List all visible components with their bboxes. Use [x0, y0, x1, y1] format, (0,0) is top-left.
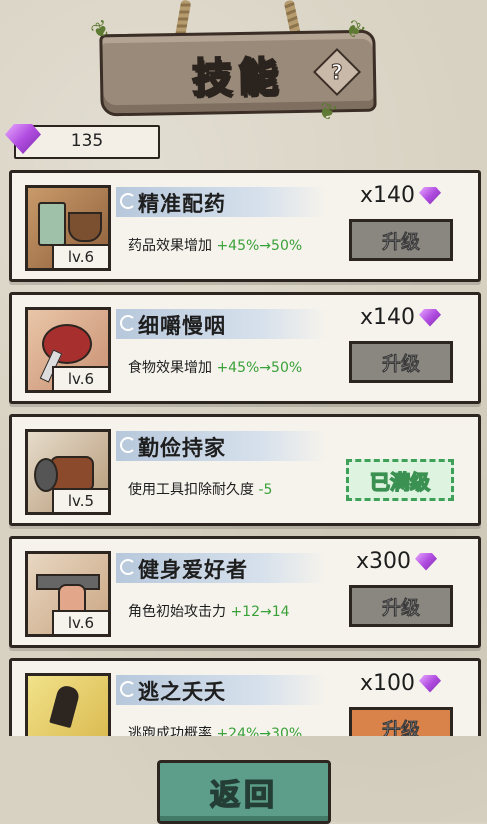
- upgrade-button[interactable]: 升级: [349, 341, 453, 383]
- skill-level: lv.6: [52, 610, 108, 634]
- skill-portrait-escape: [25, 673, 111, 736]
- skill-name: 健身爱好者: [138, 558, 248, 582]
- upgrade-button[interactable]: 升级: [349, 707, 453, 736]
- medicine-bottle-icon: [38, 202, 66, 246]
- swirl-icon: [120, 559, 136, 575]
- skill-cost: x100: [360, 671, 442, 696]
- skill-level: lv.6: [52, 244, 108, 268]
- skill-portrait-fitness: lv.6: [25, 551, 111, 637]
- skill-description: 角色初始攻击力 +12→14: [128, 601, 290, 621]
- gem-icon: [419, 186, 442, 205]
- gem-icon: [419, 308, 442, 327]
- skill-description: 逃跑成功概率 +24%→30%: [128, 723, 302, 736]
- upgrade-button[interactable]: 升级: [349, 219, 453, 261]
- skill-desc-text: 食物效果增加: [128, 360, 217, 376]
- skill-level: lv.6: [52, 366, 108, 390]
- skill-card: lv.6 细嚼慢咽 食物效果增加 +45%→50% x140 升级: [9, 292, 481, 404]
- skill-desc-change: +24%→30%: [216, 726, 303, 736]
- skill-cost: x140: [360, 183, 442, 208]
- skill-name-ribbon: 细嚼慢咽: [116, 309, 326, 339]
- skill-portrait-medicine: lv.6: [25, 185, 111, 271]
- skill-description: 使用工具扣除耐久度 -5: [128, 479, 272, 499]
- skill-desc-change: +12→14: [230, 604, 290, 620]
- skill-desc-text: 使用工具扣除耐久度: [128, 482, 259, 498]
- skill-name: 逃之夭夭: [138, 680, 226, 704]
- swirl-icon: [120, 681, 136, 697]
- skill-portrait-mouth: lv.6: [25, 307, 111, 393]
- skill-description: 食物效果增加 +45%→50%: [128, 357, 302, 377]
- skill-desc-change: -5: [258, 482, 273, 498]
- swirl-icon: [120, 437, 136, 453]
- skill-cost-value: x100: [360, 671, 416, 696]
- skill-desc-change: +45%→50%: [216, 238, 303, 254]
- skill-desc-text: 药品效果增加: [128, 238, 217, 254]
- swirl-icon: [120, 193, 136, 209]
- skill-description: 药品效果增加 +45%→50%: [128, 235, 302, 255]
- skill-portrait-tools: lv.5: [25, 429, 111, 515]
- back-label: 返回: [209, 777, 278, 814]
- skill-card: lv.6 精准配药 药品效果增加 +45%→50% x140 升级: [9, 170, 481, 282]
- gem-icon: [419, 674, 442, 693]
- skill-name-ribbon: 逃之夭夭: [116, 675, 326, 705]
- skill-card: 逃之夭夭 逃跑成功概率 +24%→30% x100 升级: [9, 658, 481, 736]
- skill-card: lv.6 健身爱好者 角色初始攻击力 +12→14 x300 升级: [9, 536, 481, 648]
- skill-name-ribbon: 精准配药: [116, 187, 326, 217]
- wheel-icon: [34, 458, 58, 492]
- skill-desc-text: 角色初始攻击力: [128, 604, 231, 620]
- skill-name-ribbon: 健身爱好者: [116, 553, 326, 583]
- skill-desc-text: 逃跑成功概率: [128, 726, 217, 736]
- skill-desc-change: +45%→50%: [216, 360, 303, 376]
- skill-name-ribbon: 勤俭持家: [116, 431, 326, 461]
- question-icon: ?: [331, 59, 344, 84]
- skill-cost-value: x140: [360, 305, 416, 330]
- skill-name: 勤俭持家: [138, 436, 226, 460]
- mortar-icon: [68, 212, 102, 242]
- back-button[interactable]: 返回: [157, 760, 331, 824]
- swirl-icon: [120, 315, 136, 331]
- skill-cost-value: x300: [356, 549, 412, 574]
- skill-cost-value: x140: [360, 183, 416, 208]
- skill-name: 细嚼慢咽: [138, 314, 226, 338]
- skill-name: 精准配药: [138, 192, 226, 216]
- skill-level: lv.5: [52, 488, 108, 512]
- running-figure-icon: [49, 683, 81, 729]
- maxed-badge: 已满级: [346, 459, 454, 501]
- skill-cost: x140: [360, 305, 442, 330]
- skill-card: lv.5 勤俭持家 使用工具扣除耐久度 -5 已满级: [9, 414, 481, 526]
- gem-icon: [415, 552, 438, 571]
- skill-list[interactable]: lv.6 精准配药 药品效果增加 +45%→50% x140 升级 lv.6 细…: [0, 166, 487, 736]
- skill-cost: x300: [356, 549, 438, 574]
- upgrade-button[interactable]: 升级: [349, 585, 453, 627]
